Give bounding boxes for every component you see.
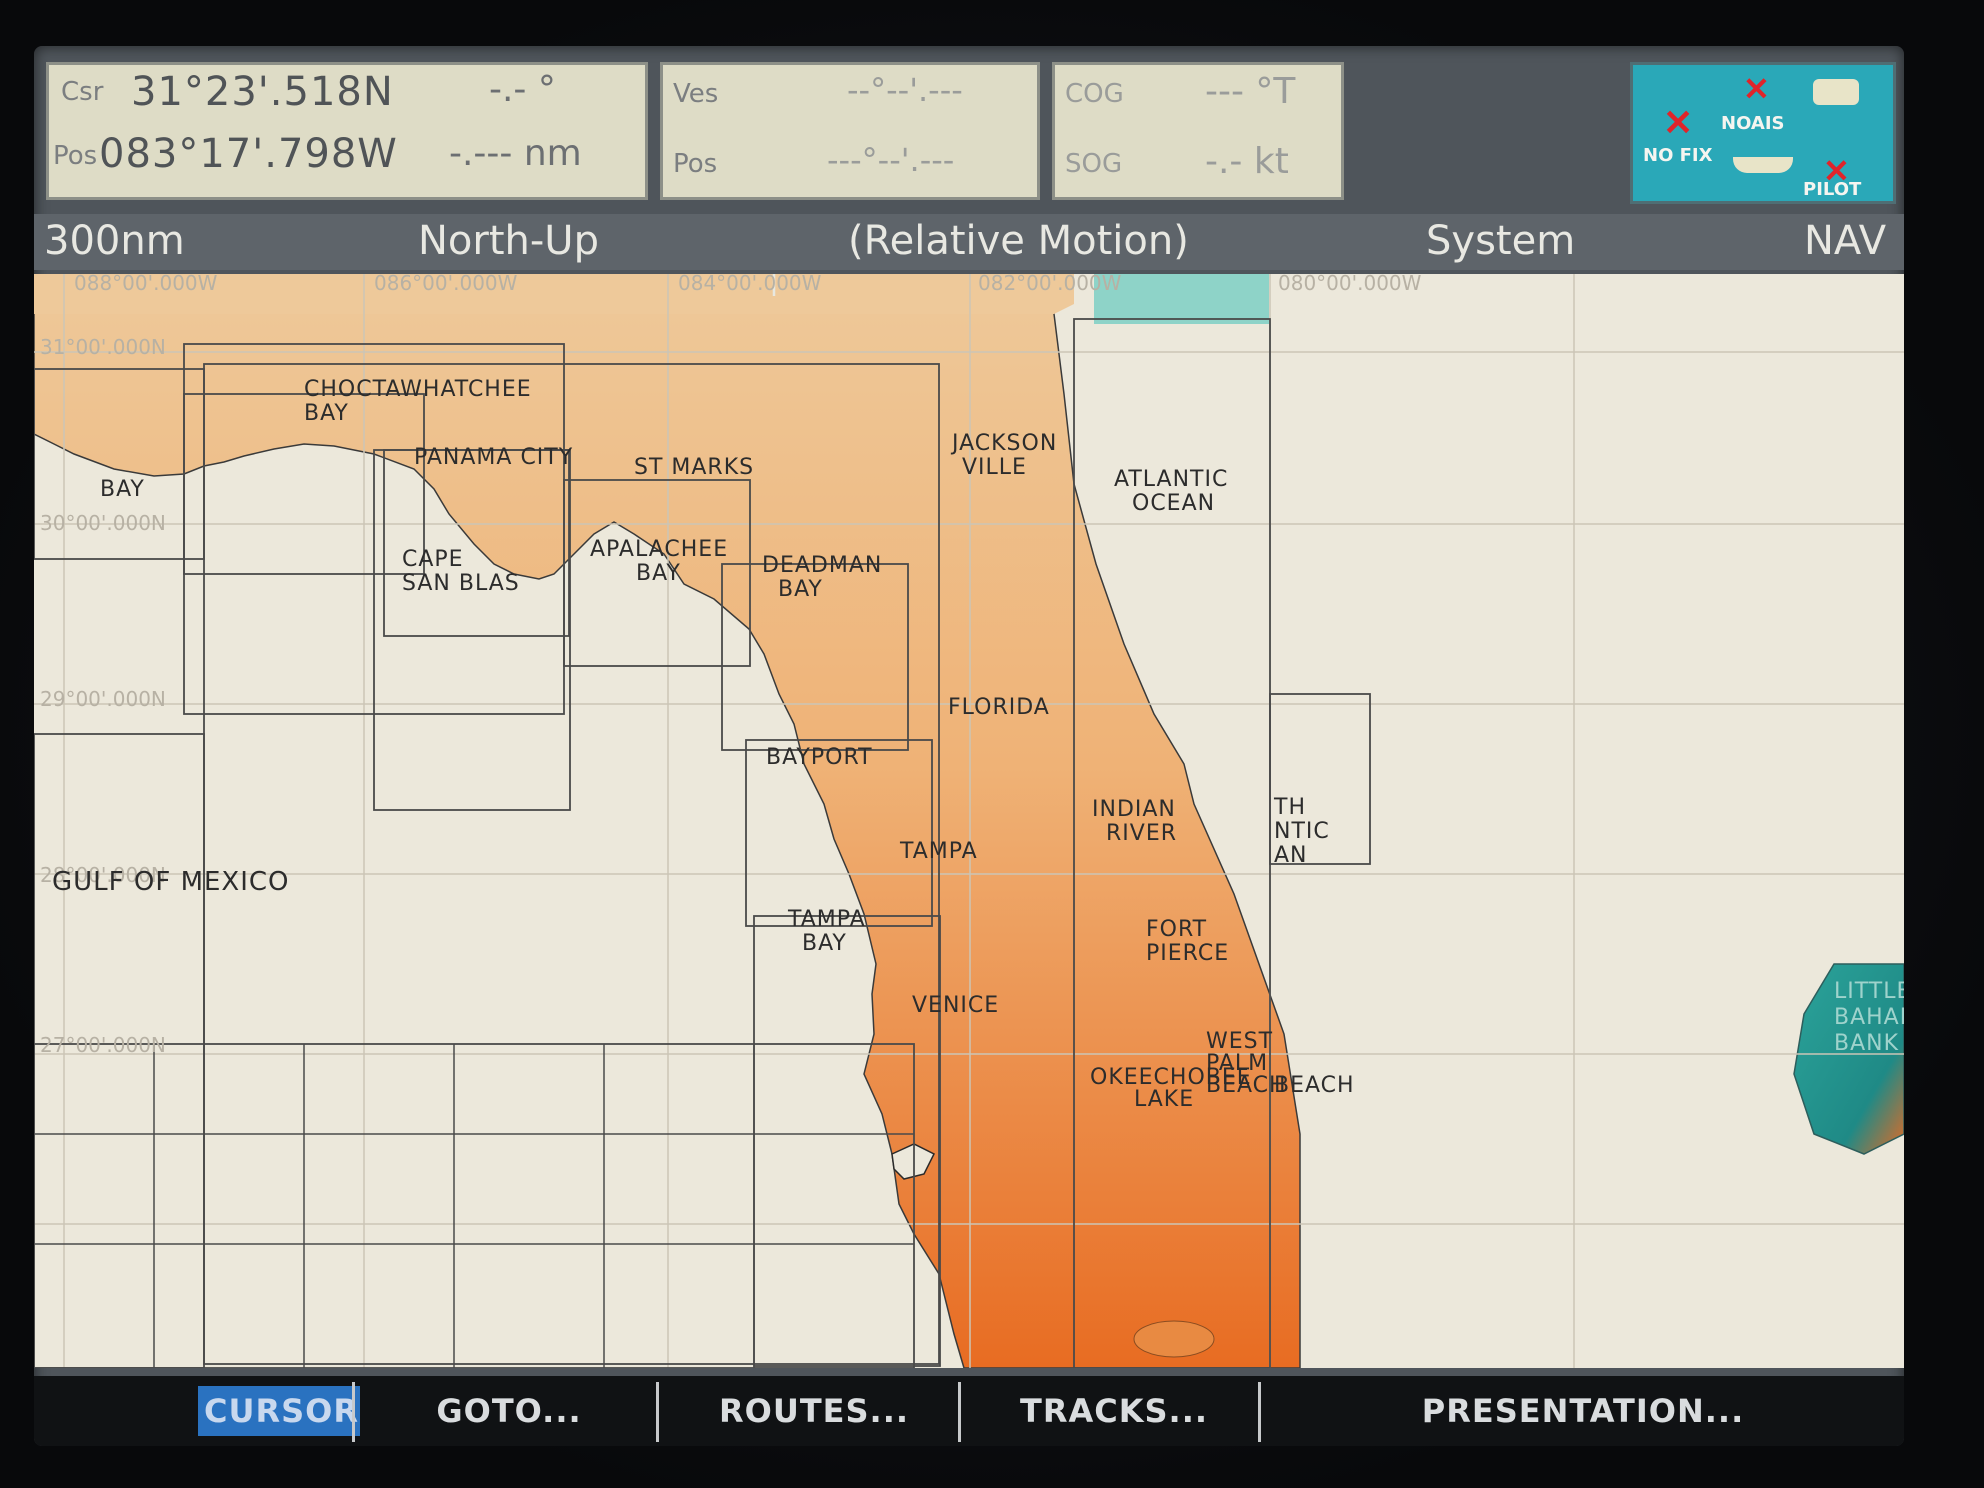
place-bahama: BAHAMA (1834, 1005, 1904, 1030)
radar-icon (1813, 79, 1859, 105)
place-fort: FORT (1146, 917, 1207, 942)
system-label[interactable]: System (1426, 218, 1575, 264)
place-ocean: OCEAN (1132, 491, 1215, 516)
nav-mode[interactable]: NAV (1804, 218, 1886, 264)
chartplotter-screen: Csr 31°23'.518N -.- ° Pos 083°17'.798W -… (34, 46, 1904, 1446)
place-jacksonville-2: VILLE (962, 455, 1027, 480)
softkey-bar: CURSOR GOTO... ROUTES... TRACKS... PRESE… (34, 1376, 1904, 1446)
place-choctawhatchee-bay: BAY (304, 401, 349, 426)
chart-title-bar: 300nm North-Up (Relative Motion) System … (34, 214, 1904, 270)
place-bayport: BAYPORT (766, 745, 873, 770)
place-apalachee-bay: BAY (636, 561, 681, 586)
place-choctawhatchee: CHOCTAWHATCHEE (304, 377, 532, 402)
pos-label: Pos (53, 141, 98, 171)
lon-label-5: 080°00'.000W (1278, 274, 1422, 295)
csr-label: Csr (61, 77, 104, 107)
status-panel[interactable]: ✕ NO FIX ✕ NOAIS ✕ PILOT (1630, 62, 1896, 204)
bottom-grid-blocks (34, 1044, 914, 1368)
presentation-softkey[interactable]: PRESENTATION... (1270, 1386, 1896, 1436)
place-little: LITTLE (1834, 979, 1904, 1004)
place-north-1: TH (1273, 795, 1306, 820)
vessel-latitude: --°--'.--- (847, 71, 963, 109)
lat-label-1: 31°00'.000N (40, 335, 166, 359)
cursor-range: -.--- nm (449, 133, 582, 174)
place-san-blas: SAN BLAS (402, 571, 520, 596)
lake-okeechobee (1133, 1320, 1215, 1358)
orientation-mode[interactable]: North-Up (418, 218, 599, 264)
vessel-position-box: Ves --°--'.--- Pos ---°--'.--- (660, 62, 1040, 200)
place-mobile-bay: BAY (100, 477, 145, 502)
nautical-chart[interactable]: 088°00'.000W 086°00'.000W 084°00'.000W 0… (34, 274, 1904, 1368)
range-scale[interactable]: 300nm (44, 218, 185, 264)
place-bank: BANK (1834, 1031, 1899, 1056)
vessel-longitude: ---°--'.--- (827, 141, 955, 179)
place-atlantic: ATLANTIC (1114, 467, 1228, 492)
no-ais-status: NOAIS (1721, 113, 1785, 134)
cursor-position-box: Csr 31°23'.518N -.- ° Pos 083°17'.798W -… (46, 62, 648, 200)
tracks-softkey[interactable]: TRACKS... (974, 1386, 1254, 1436)
place-tampa: TAMPA (899, 839, 978, 864)
place-indian: INDIAN (1092, 797, 1176, 822)
softkey-divider (958, 1382, 961, 1442)
cursor-softkey[interactable]: CURSOR (198, 1386, 360, 1436)
place-deadman-bay: BAY (778, 577, 823, 602)
lon-label-2: 086°00'.000W (374, 274, 518, 295)
lon-label-3: 084°00'.000W (678, 274, 822, 295)
softkey-divider (1258, 1382, 1261, 1442)
place-tampa-bay: TAMPA (787, 907, 866, 932)
place-apalachee: APALACHEE (590, 537, 728, 562)
lon-label-4: 082°00'.000W (978, 274, 1122, 295)
place-gulf-of-mexico: GULF OF MEXICO (52, 867, 290, 897)
place-beach-2: BEACH (1274, 1073, 1355, 1098)
pilot-status: PILOT (1803, 179, 1862, 200)
sog-value: -.- kt (1205, 141, 1289, 182)
place-north-3: AN (1274, 843, 1308, 868)
ves-label: Ves (673, 79, 719, 109)
cog-value: --- °T (1205, 71, 1296, 112)
motion-mode[interactable]: (Relative Motion) (848, 218, 1189, 264)
place-tampa-bay-2: BAY (802, 931, 847, 956)
vessel-icon (1733, 157, 1793, 173)
goto-softkey[interactable]: GOTO... (374, 1386, 644, 1436)
place-jacksonville: JACKSON (950, 431, 1057, 456)
place-st-marks: ST MARKS (634, 455, 754, 480)
place-venice: VENICE (912, 993, 999, 1018)
place-florida: FLORIDA (948, 695, 1050, 720)
display-bezel: Csr 31°23'.518N -.- ° Pos 083°17'.798W -… (0, 0, 1984, 1488)
place-deadman: DEADMAN (762, 553, 882, 578)
no-ais-icon: ✕ (1743, 71, 1770, 107)
place-cape: CAPE (402, 547, 464, 572)
place-north-2: NTIC (1274, 819, 1330, 844)
lat-label-2: 30°00'.000N (40, 511, 166, 535)
vessel-pos-label: Pos (673, 149, 718, 179)
lat-label-5: 27°00'.000N (40, 1033, 166, 1057)
routes-softkey[interactable]: ROUTES... (674, 1386, 954, 1436)
place-lake: LAKE (1134, 1087, 1194, 1112)
cog-sog-box: COG --- °T SOG -.- kt (1052, 62, 1344, 200)
cursor-latitude: 31°23'.518N (131, 69, 394, 115)
place-fort-pierce: PIERCE (1146, 941, 1229, 966)
softkey-divider (352, 1382, 355, 1442)
cursor-bearing: -.- ° (489, 69, 556, 110)
cursor-longitude: 083°17'.798W (99, 131, 398, 177)
no-fix-icon: ✕ (1663, 102, 1694, 143)
softkey-divider (656, 1382, 659, 1442)
place-panama-city: PANAMA CITY (414, 445, 573, 470)
sog-label: SOG (1065, 149, 1123, 179)
cog-label: COG (1065, 79, 1124, 109)
place-indian-river: RIVER (1106, 821, 1177, 846)
lat-label-3: 29°00'.000N (40, 687, 166, 711)
no-fix-status: NO FIX (1643, 145, 1713, 166)
lon-label-1: 088°00'.000W (74, 274, 218, 295)
